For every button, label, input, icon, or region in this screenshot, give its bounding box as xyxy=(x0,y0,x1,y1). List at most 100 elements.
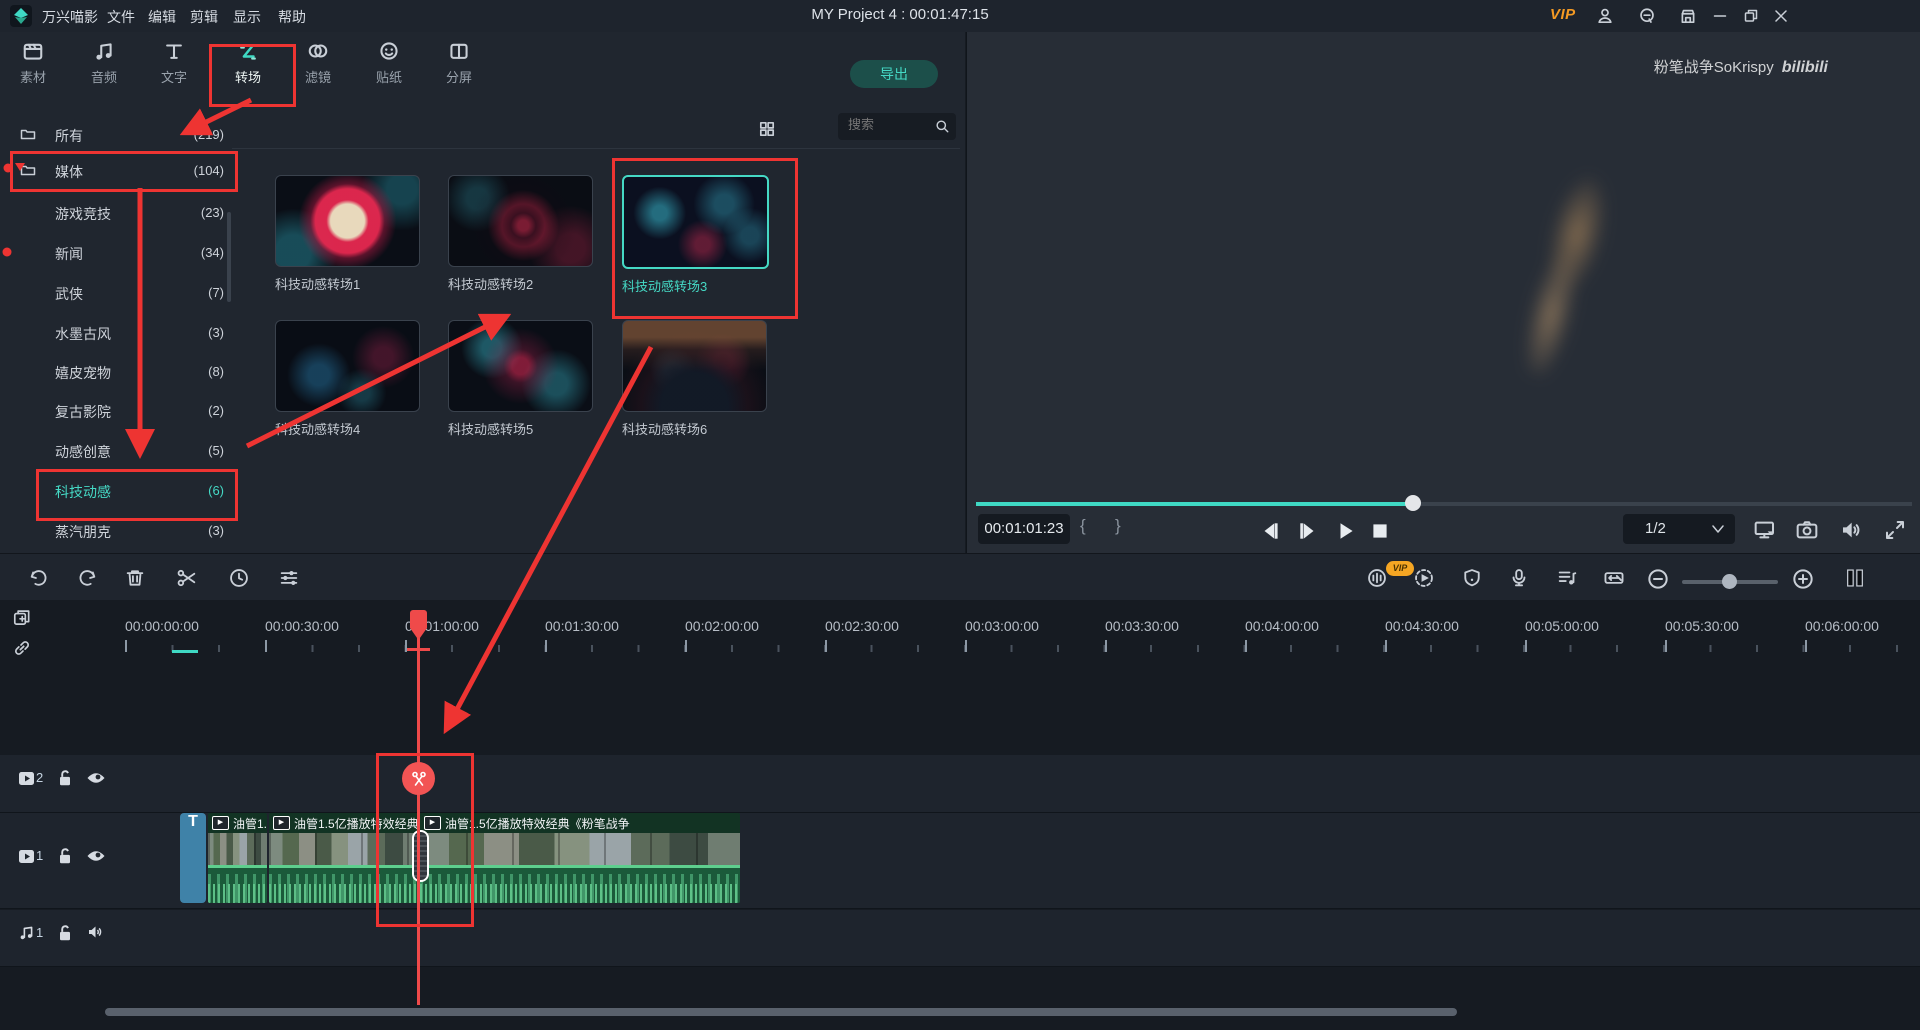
undo-icon[interactable] xyxy=(28,567,50,589)
sidebar-item-wuxia[interactable]: 武侠(7) xyxy=(0,278,232,308)
audio-mixer-icon[interactable] xyxy=(1556,567,1578,589)
feedback-icon[interactable] xyxy=(1638,7,1656,25)
search-input[interactable] xyxy=(846,116,930,133)
add-to-timeline-icon[interactable] xyxy=(12,608,32,628)
menu-view[interactable]: 显示 xyxy=(233,7,261,27)
tab-text[interactable]: 文字 xyxy=(142,40,206,86)
denoise-icon[interactable] xyxy=(1366,567,1388,589)
folder-icon xyxy=(20,126,36,142)
video-track-1[interactable]: 1 T ▶油管1. ▶油管1.5亿播放特效经典 xyxy=(0,813,1920,909)
zoom-out-icon[interactable] xyxy=(1646,567,1670,591)
display-device-icon[interactable] xyxy=(1753,518,1777,542)
audio-track-1[interactable]: 1 xyxy=(0,910,1920,967)
unlock-icon[interactable] xyxy=(56,768,74,788)
annotation-box-transition-3 xyxy=(612,158,798,319)
snapshot-camera-icon[interactable] xyxy=(1795,518,1819,542)
mute-speaker-icon[interactable] xyxy=(1839,518,1863,542)
transition-card-1[interactable]: 科技动感转场1 xyxy=(275,175,418,293)
fit-timeline-icon[interactable] xyxy=(1844,567,1866,589)
timeline-zoom-handle[interactable] xyxy=(1722,574,1737,589)
clip-waveform xyxy=(208,868,267,903)
mark-out-icon[interactable]: } xyxy=(1115,516,1121,536)
ruler-major-ticks[interactable] xyxy=(125,640,1920,652)
video-track-2[interactable]: 2 xyxy=(0,755,1920,813)
menu-clip[interactable]: 剪辑 xyxy=(190,7,218,27)
unlock-icon[interactable] xyxy=(56,846,74,866)
zoom-in-icon[interactable] xyxy=(1791,567,1815,591)
ruler-label: 00:03:00:00 xyxy=(965,618,1039,634)
previous-frame-button[interactable] xyxy=(1259,521,1281,541)
transition-card-6[interactable]: 科技动感转场6 xyxy=(622,320,765,438)
mark-in-icon[interactable]: { xyxy=(1080,516,1086,536)
sidebar-item-ink[interactable]: 水墨古风(3) xyxy=(0,318,232,348)
voiceover-mic-icon[interactable] xyxy=(1508,567,1530,589)
menu-edit[interactable]: 编辑 xyxy=(148,7,176,27)
ruler-label: 00:02:30:00 xyxy=(825,618,899,634)
delete-icon[interactable] xyxy=(124,567,146,589)
play-button[interactable] xyxy=(1335,521,1357,541)
timeline-horizontal-scrollbar[interactable] xyxy=(105,1008,1457,1016)
seek-bar-handle[interactable] xyxy=(1405,495,1421,511)
transition-card-2[interactable]: 科技动感转场2 xyxy=(448,175,591,293)
audio-tab-icon xyxy=(93,40,115,62)
minimize-button[interactable] xyxy=(1712,8,1728,24)
sidebar-item-pets[interactable]: 嬉皮宠物(8) xyxy=(0,357,232,387)
eye-visibility-icon[interactable] xyxy=(86,849,106,863)
search-icon[interactable] xyxy=(935,119,950,134)
close-button[interactable] xyxy=(1773,8,1789,24)
split-scissors-icon[interactable] xyxy=(176,567,198,589)
tab-audio[interactable]: 音频 xyxy=(72,40,136,86)
eye-visibility-icon[interactable] xyxy=(86,771,106,785)
next-frame-button[interactable] xyxy=(1297,521,1319,541)
speed-clock-icon[interactable] xyxy=(228,567,250,589)
sidebar-item-gaming[interactable]: 游戏竞技(23) xyxy=(0,198,232,228)
title-clip[interactable]: T xyxy=(180,813,206,903)
clip-label: 油管1. xyxy=(233,815,267,832)
video-preview: 粉笔战争SoKrispybilibili xyxy=(1036,42,1848,500)
transition-thumbnail xyxy=(275,320,420,412)
playhead-cross xyxy=(407,648,430,651)
vip-button[interactable]: VIP xyxy=(1550,6,1576,23)
auto-ripple-icon[interactable] xyxy=(1603,567,1625,589)
ruler-label: 00:02:00:00 xyxy=(685,618,759,634)
video-clip-1[interactable]: ▶油管1. xyxy=(208,813,267,903)
render-preview-icon[interactable] xyxy=(1413,567,1435,589)
tab-splitscreen[interactable]: 分屏 xyxy=(427,40,491,86)
account-icon[interactable] xyxy=(1596,7,1614,25)
search-box xyxy=(838,113,956,140)
store-icon[interactable] xyxy=(1679,7,1697,25)
video-subject xyxy=(1483,159,1650,392)
project-title: MY Project 4 : 00:01:47:15 xyxy=(640,6,1160,23)
audio-track-icon xyxy=(18,924,35,941)
sidebar-item-dynamic[interactable]: 动感创意(5) xyxy=(0,436,232,466)
grid-view-icon[interactable] xyxy=(758,120,776,138)
transition-card-5[interactable]: 科技动感转场5 xyxy=(448,320,591,438)
ruler-label: 00:05:30:00 xyxy=(1665,618,1739,634)
sidebar-item-all[interactable]: 所有(219) xyxy=(0,120,232,150)
marker-icon[interactable] xyxy=(1461,567,1483,589)
fullscreen-icon[interactable] xyxy=(1883,518,1907,542)
sidebar-scrollbar[interactable] xyxy=(227,212,231,302)
menu-file[interactable]: 文件 xyxy=(107,7,135,27)
transition-card-4[interactable]: 科技动感转场4 xyxy=(275,320,418,438)
stop-button[interactable] xyxy=(1369,521,1391,541)
adjust-sliders-icon[interactable] xyxy=(278,567,300,589)
video-track-1-header: 1 xyxy=(0,813,105,908)
unlock-icon[interactable] xyxy=(56,923,74,943)
tab-media[interactable]: 素材 xyxy=(1,40,65,86)
menu-help[interactable]: 帮助 xyxy=(278,7,306,27)
sidebar-item-news[interactable]: 新闻(34) xyxy=(0,238,232,268)
watermark-text: 粉笔战争SoKrispy xyxy=(1654,59,1774,76)
restore-button[interactable] xyxy=(1743,8,1759,24)
redo-icon[interactable] xyxy=(76,567,98,589)
link-icon[interactable] xyxy=(12,638,32,658)
tab-stickers[interactable]: 贴纸 xyxy=(357,40,421,86)
stickers-tab-icon xyxy=(378,40,400,62)
speaker-icon[interactable] xyxy=(86,924,106,940)
ruler-label: 00:00:00:00 xyxy=(125,618,199,634)
preview-quality-dropdown[interactable]: 1/2 xyxy=(1623,514,1735,544)
ruler-label: 00:00:30:00 xyxy=(265,618,339,634)
audio-track-1-header: 1 xyxy=(0,910,105,966)
sidebar-item-retro[interactable]: 复古影院(2) xyxy=(0,396,232,426)
export-button[interactable]: 导出 xyxy=(850,60,938,88)
